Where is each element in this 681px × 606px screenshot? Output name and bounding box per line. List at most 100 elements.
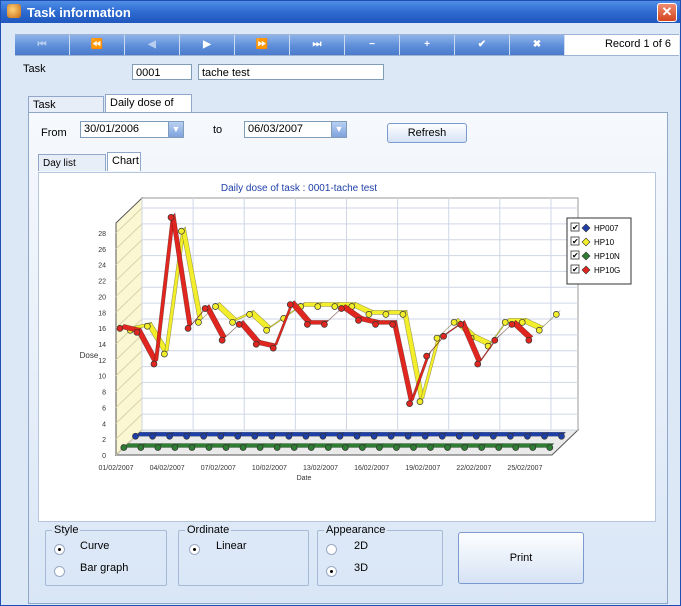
series-point-hp10n [546, 444, 554, 451]
series-point-hp10g [303, 321, 311, 328]
series-point-hp10g [235, 321, 243, 328]
app-icon [7, 4, 21, 18]
series-point-hp10 [212, 303, 219, 310]
bar-graph-label: Bar graph [80, 562, 129, 574]
prev-page-button[interactable]: ⏪ [70, 35, 125, 55]
y-tick-label: 24 [98, 263, 106, 270]
y-tick-label: 22 [98, 279, 106, 286]
y-tick-label: 16 [98, 326, 106, 333]
series-point-hp10g [440, 332, 448, 340]
series-point-hp10g [406, 400, 413, 408]
add-record-button[interactable]: + [400, 35, 455, 55]
series-point-hp10g [133, 328, 141, 336]
series-point-hp007 [353, 432, 361, 440]
series-point-hp007 [507, 432, 514, 440]
delete-record-button[interactable]: − [345, 35, 400, 55]
window-title: Task information [27, 5, 131, 20]
y-tick-label: 4 [102, 421, 106, 428]
cancel-button[interactable]: ✖ [510, 35, 565, 55]
series-point-hp10g [184, 325, 192, 332]
x-tick-label: 10/02/2007 [252, 465, 287, 472]
series-point-hp10n [290, 444, 298, 451]
next-page-button[interactable]: ⏩ [235, 35, 290, 55]
series-point-hp007 [438, 432, 446, 440]
series-point-hp007 [336, 432, 344, 440]
first-record-button[interactable]: ⏮ [15, 35, 70, 55]
linear-radio[interactable] [189, 544, 200, 555]
refresh-button[interactable]: Refresh [387, 123, 467, 143]
series-point-hp10 [365, 311, 373, 318]
confirm-button[interactable]: ✔ [455, 35, 510, 55]
series-point-hp10n [307, 444, 315, 451]
next-record-button[interactable]: ▶ [180, 35, 235, 55]
tab-day-list-report[interactable]: Day list report [38, 154, 106, 186]
y-tick-label: 26 [98, 247, 106, 254]
chart-title: Daily dose of task : 0001-tache test [221, 183, 377, 194]
x-tick-label: 25/02/2007 [507, 465, 542, 472]
series-point-hp10 [382, 311, 390, 318]
from-date-select[interactable]: 30/01/2006 ▼ [80, 121, 184, 138]
series-point-hp10n [376, 444, 383, 451]
dose-chart: Daily dose of task : 0001-tache test0246… [80, 183, 632, 482]
series-point-hp10 [195, 318, 202, 326]
tab-chart[interactable]: Chart [107, 152, 141, 171]
x-axis-label: Date [297, 475, 312, 482]
series-point-hp10n [324, 444, 332, 451]
close-icon[interactable]: ✕ [657, 3, 677, 22]
tab-daily-dose[interactable]: Daily dose of task [105, 94, 192, 126]
series-point-hp007 [200, 432, 208, 440]
series-point-hp007 [404, 432, 412, 440]
series-point-hp10n [478, 444, 485, 451]
tab-task-information[interactable]: Task information [28, 96, 104, 128]
series-point-hp10g [355, 317, 362, 324]
title-bar: Task information ✕ [1, 1, 680, 23]
chevron-down-icon[interactable]: ▼ [331, 122, 346, 137]
2d-radio[interactable] [326, 544, 337, 555]
ordinate-group-title: Ordinate [185, 524, 232, 536]
print-button[interactable]: Print [458, 532, 584, 584]
ordinate-group: Ordinate Linear [178, 524, 309, 586]
y-tick-label: 10 [98, 374, 106, 381]
appearance-group-title: Appearance [324, 524, 388, 536]
task-name-field[interactable]: tache test [198, 64, 384, 80]
x-tick-label: 04/02/2007 [150, 465, 185, 472]
series-point-hp10n [427, 444, 434, 451]
y-tick-label: 6 [102, 405, 106, 412]
series-point-hp10n [137, 444, 145, 451]
chevron-down-icon[interactable]: ▼ [168, 122, 183, 137]
prev-record-button[interactable]: ◀ [125, 35, 180, 55]
x-tick-label: 19/02/2007 [405, 465, 440, 472]
series-point-hp007 [285, 432, 293, 440]
series-point-hp10 [246, 311, 253, 318]
series-point-hp10n [120, 444, 128, 451]
bar-graph-radio[interactable] [54, 566, 65, 577]
series-point-hp10n [154, 444, 162, 451]
last-record-button[interactable]: ⏭ [290, 35, 345, 55]
series-point-hp007 [149, 432, 156, 440]
series-point-hp10g [457, 321, 465, 328]
series-point-hp10g [167, 214, 175, 221]
series-point-hp007 [558, 432, 565, 440]
task-code-field[interactable]: 0001 [132, 64, 192, 80]
series-point-hp10n [171, 444, 179, 451]
linear-label: Linear [216, 540, 247, 552]
3d-label: 3D [354, 562, 369, 574]
y-tick-label: 28 [98, 231, 106, 238]
series-point-hp10g [508, 321, 516, 328]
series-point-hp007 [370, 432, 378, 440]
series-point-hp10 [178, 227, 185, 235]
style-group: Style Curve Bar graph [45, 524, 167, 586]
series-point-hp10g [269, 344, 277, 352]
3d-radio[interactable] [326, 566, 337, 577]
record-counter: Record 1 of 6 [604, 38, 671, 50]
series-point-hp10n [410, 444, 417, 451]
curve-label: Curve [80, 540, 110, 552]
from-date-value: 30/01/2006 [84, 123, 140, 135]
series-point-hp10 [450, 318, 458, 326]
series-point-hp10n [461, 444, 468, 451]
series-point-hp007 [183, 432, 190, 440]
series-point-hp007 [524, 432, 531, 440]
series-point-hp10 [433, 334, 441, 342]
to-date-select[interactable]: 06/03/2007 ▼ [244, 121, 347, 138]
curve-radio[interactable] [54, 544, 65, 555]
